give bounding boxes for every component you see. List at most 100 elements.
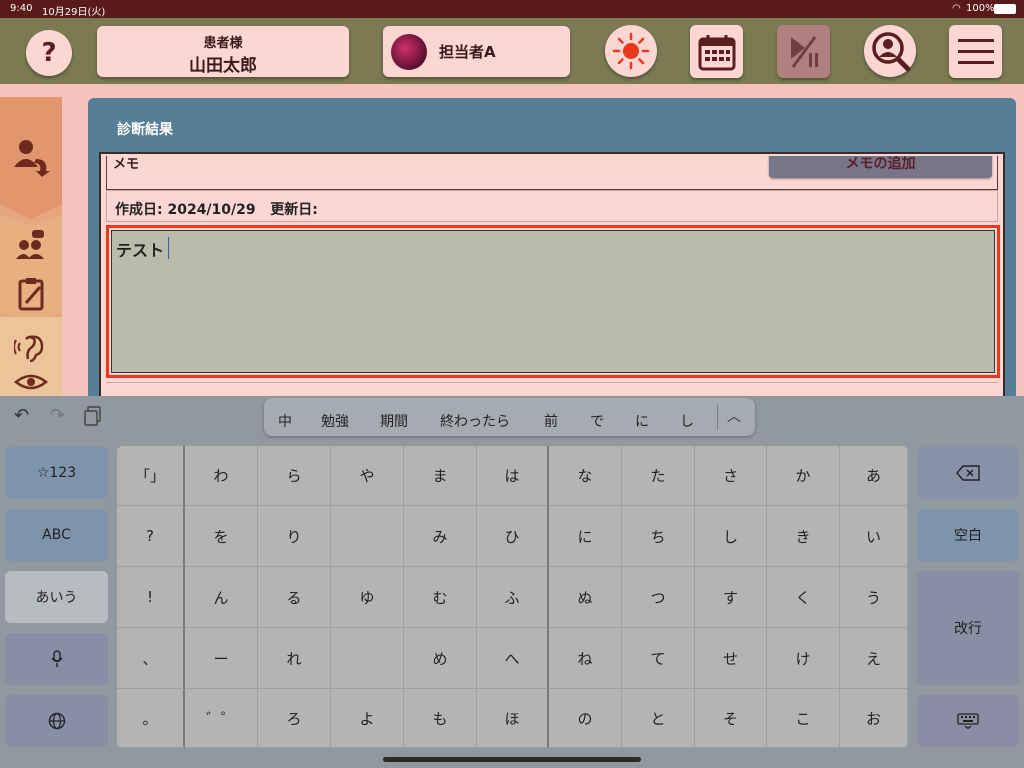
kana-key[interactable]: ふ: [477, 567, 549, 628]
paste-icon[interactable]: [84, 406, 102, 426]
key-label: 空白: [954, 528, 982, 544]
kana-key[interactable]: は: [477, 446, 549, 506]
memo-textarea[interactable]: テスト: [111, 230, 995, 373]
space-key[interactable]: 空白: [917, 509, 1019, 561]
kana-key[interactable]: な: [549, 446, 622, 506]
kana-key[interactable]: か: [767, 446, 840, 506]
kana-key[interactable]: つ: [622, 567, 695, 628]
kana-key[interactable]: [331, 628, 404, 689]
light-mode-button[interactable]: [605, 25, 657, 77]
kana-key[interactable]: て: [622, 628, 695, 689]
play-pause-button[interactable]: [777, 25, 830, 78]
globe-key[interactable]: [5, 695, 108, 747]
kana-key[interactable]: あいう: [5, 571, 108, 623]
candidate[interactable]: 終わったら: [440, 411, 510, 431]
kana-key[interactable]: 、: [117, 628, 185, 689]
candidate[interactable]: し: [680, 411, 694, 431]
patient-transfer-icon[interactable]: [12, 137, 54, 177]
eye-icon[interactable]: [14, 373, 48, 391]
kana-key[interactable]: さ: [695, 446, 767, 506]
kana-key[interactable]: ほ: [477, 689, 549, 748]
kana-key[interactable]: く: [767, 567, 840, 628]
kana-key[interactable]: ち: [622, 506, 695, 567]
abc-key[interactable]: ABC: [5, 509, 108, 561]
candidate[interactable]: に: [635, 411, 649, 431]
patient-card[interactable]: 患者様 山田太郎: [97, 26, 349, 77]
play-pause-icon: [790, 35, 818, 68]
kana-key[interactable]: や: [331, 446, 404, 506]
kana-key[interactable]: ひ: [477, 506, 549, 567]
sidebar: [0, 97, 62, 396]
kana-key[interactable]: わ: [185, 446, 258, 506]
hide-keyboard-key[interactable]: [917, 695, 1019, 747]
calendar-button[interactable]: [690, 25, 743, 78]
hearing-icon[interactable]: [14, 333, 48, 363]
memo-header-row: メモ メモの追加: [106, 156, 998, 190]
delete-key[interactable]: [917, 447, 1019, 499]
kana-key[interactable]: を: [185, 506, 258, 567]
kana-key[interactable]: 。: [117, 689, 185, 748]
kana-key[interactable]: 「」: [117, 446, 185, 506]
kana-key[interactable]: む: [404, 567, 477, 628]
kana-key[interactable]: ゆ: [331, 567, 404, 628]
kana-key[interactable]: み: [404, 506, 477, 567]
kana-key[interactable]: と: [622, 689, 695, 748]
patient-search-button[interactable]: [864, 25, 916, 77]
kana-key[interactable]: せ: [695, 628, 767, 689]
kana-key[interactable]: た: [622, 446, 695, 506]
kana-key[interactable]: し: [695, 506, 767, 567]
numbers-key[interactable]: ☆123: [5, 447, 108, 499]
kana-key[interactable]: う: [840, 567, 908, 628]
kana-key[interactable]: こ: [767, 689, 840, 748]
staff-card[interactable]: 担当者A: [383, 26, 570, 77]
key-label: ☆123: [36, 465, 77, 481]
candidate[interactable]: 勉強: [321, 411, 349, 431]
kana-key[interactable]: へ: [477, 628, 549, 689]
candidate[interactable]: 中: [278, 411, 292, 431]
kana-key[interactable]: ?: [117, 506, 185, 567]
candidate[interactable]: 前: [544, 411, 558, 431]
kana-key[interactable]: る: [258, 567, 331, 628]
group-chat-icon[interactable]: [16, 229, 46, 261]
kana-key[interactable]: あ: [840, 446, 908, 506]
battery-level: 100%: [966, 3, 995, 14]
kana-key[interactable]: い: [840, 506, 908, 567]
kana-key[interactable]: れ: [258, 628, 331, 689]
key-label: あいう: [35, 590, 78, 606]
add-memo-button[interactable]: メモの追加: [769, 156, 992, 178]
kana-key[interactable]: け: [767, 628, 840, 689]
kana-key[interactable]: り: [258, 506, 331, 567]
candidate[interactable]: 期間: [380, 411, 408, 431]
menu-button[interactable]: [949, 25, 1002, 78]
status-time: 9:40: [10, 3, 33, 14]
kana-key[interactable]: ぬ: [549, 567, 622, 628]
kana-key[interactable]: ゛゜: [185, 689, 258, 748]
kana-key[interactable]: よ: [331, 689, 404, 748]
kana-key[interactable]: め: [404, 628, 477, 689]
dictation-key[interactable]: [5, 633, 108, 685]
kana-key[interactable]: !: [117, 567, 185, 628]
redo-icon[interactable]: ↷: [50, 405, 65, 426]
candidate[interactable]: で: [590, 411, 604, 431]
clipboard-edit-icon[interactable]: [18, 277, 46, 311]
undo-icon[interactable]: ↶: [14, 405, 29, 426]
kana-key[interactable]: お: [840, 689, 908, 748]
chevron-up-icon[interactable]: ︿: [727, 406, 741, 426]
kana-key[interactable]: に: [549, 506, 622, 567]
kana-key[interactable]: え: [840, 628, 908, 689]
kana-key[interactable]: ろ: [258, 689, 331, 748]
kana-key[interactable]: ー: [185, 628, 258, 689]
kana-key[interactable]: ね: [549, 628, 622, 689]
kana-key[interactable]: の: [549, 689, 622, 748]
enter-key[interactable]: 改行: [917, 571, 1019, 685]
help-button[interactable]: ?: [26, 30, 72, 76]
user-search-icon: [872, 32, 911, 72]
kana-key[interactable]: き: [767, 506, 840, 567]
kana-key[interactable]: [331, 506, 404, 567]
kana-key[interactable]: ま: [404, 446, 477, 506]
kana-key[interactable]: も: [404, 689, 477, 748]
kana-key[interactable]: ら: [258, 446, 331, 506]
kana-key[interactable]: す: [695, 567, 767, 628]
kana-key[interactable]: ん: [185, 567, 258, 628]
kana-key[interactable]: そ: [695, 689, 767, 748]
